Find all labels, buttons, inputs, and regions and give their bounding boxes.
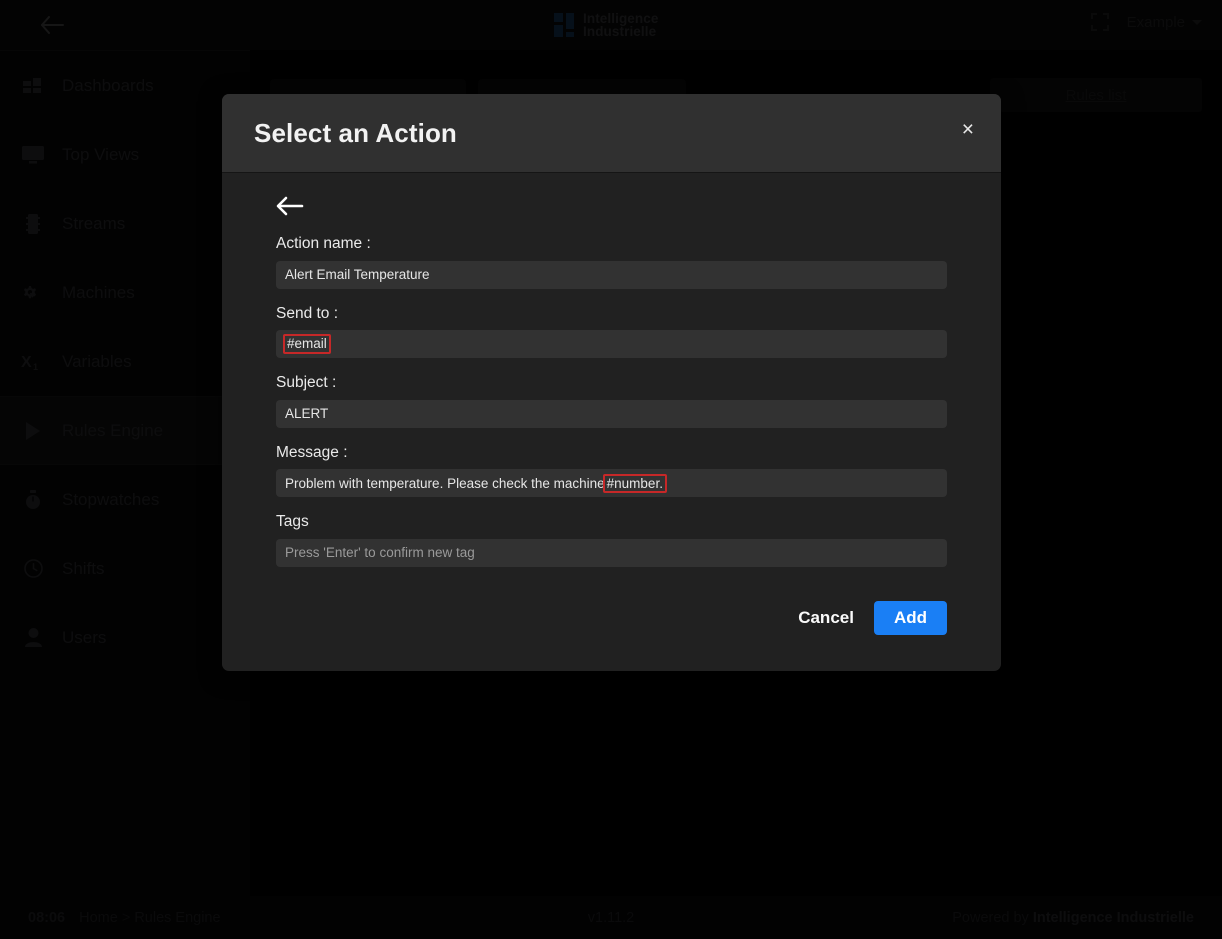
add-button[interactable]: Add [873,600,947,635]
action-name-input[interactable]: Alert Email Temperature [276,260,947,289]
modal-title: Select an Action [254,117,457,148]
message-text: Problem with temperature. Please check t… [285,475,605,491]
message-label: Message : [276,443,348,461]
action-name-label: Action name : [276,235,371,252]
cancel-button[interactable]: Cancel [794,602,858,634]
modal-body: Action name : Alert Email Temperature Se… [222,173,1001,567]
send-to-label: Send to : [276,304,339,322]
message-token[interactable]: #number. [602,473,667,494]
tags-label: Tags [276,513,309,531]
send-to-token[interactable]: #email [283,334,331,354]
subject-input[interactable]: ALERT [276,399,947,428]
send-to-input[interactable]: #email [276,330,947,359]
tags-input[interactable]: Press 'Enter' to confirm new tag [276,538,947,567]
close-icon[interactable]: × [955,115,981,144]
subject-label: Subject : [276,374,337,392]
modal-footer: Cancel Add [222,583,1001,671]
arrow-left-icon [276,195,306,217]
message-input[interactable]: Problem with temperature. Please check t… [276,469,947,498]
modal-header: Select an Action × [222,94,1001,173]
select-action-modal: Select an Action × Action name : Alert E… [222,94,1001,671]
app-root: Intelligence Industrielle Example Dashbo… [0,0,1222,939]
modal-back-button[interactable] [276,195,306,221]
